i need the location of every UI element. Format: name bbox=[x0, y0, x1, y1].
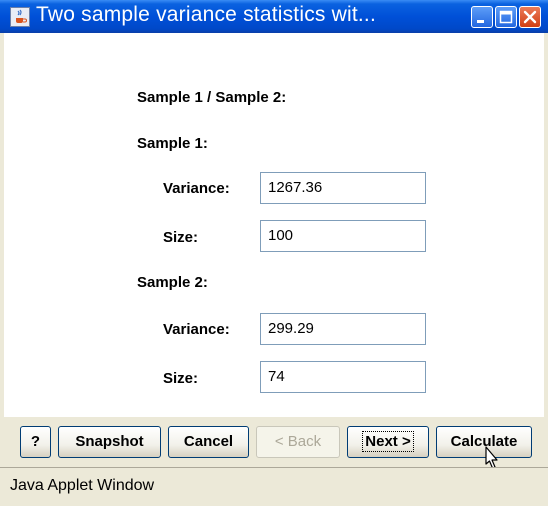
sample1-size-field[interactable]: 100 bbox=[260, 220, 426, 252]
status-bar: Java Applet Window bbox=[0, 467, 548, 506]
sample2-size-label: Size: bbox=[163, 370, 199, 387]
java-cup-icon bbox=[10, 7, 30, 27]
maximize-icon bbox=[499, 10, 513, 24]
sample2-variance-field[interactable]: 299.29 bbox=[260, 313, 426, 345]
status-text: Java Applet Window bbox=[10, 477, 155, 494]
next-button-label: Next > bbox=[362, 431, 414, 452]
title-bar[interactable]: Two sample variance statistics wit... bbox=[0, 0, 548, 33]
sample1-heading: Sample 1: bbox=[137, 135, 208, 152]
close-icon bbox=[523, 10, 537, 24]
snapshot-button[interactable]: Snapshot bbox=[58, 426, 161, 458]
form-header: Sample 1 / Sample 2: bbox=[137, 89, 287, 106]
cancel-button[interactable]: Cancel bbox=[168, 426, 249, 458]
sample1-size-label: Size: bbox=[163, 229, 199, 246]
window-title: Two sample variance statistics wit... bbox=[36, 3, 377, 26]
form-panel: Sample 1 / Sample 2: Sample 1: Variance:… bbox=[4, 33, 544, 417]
sample2-heading: Sample 2: bbox=[137, 274, 208, 291]
minimize-icon bbox=[477, 20, 484, 23]
close-button[interactable] bbox=[519, 6, 541, 28]
next-button[interactable]: Next > bbox=[347, 426, 429, 458]
sample1-variance-field[interactable]: 1267.36 bbox=[260, 172, 426, 204]
sample2-variance-label: Variance: bbox=[163, 321, 230, 338]
applet-window: Two sample variance statistics wit... Sa… bbox=[0, 0, 548, 506]
button-bar: ? Snapshot Cancel < Back Next > Calculat… bbox=[0, 417, 548, 467]
maximize-button[interactable] bbox=[495, 6, 517, 28]
sample2-size-field[interactable]: 74 bbox=[260, 361, 426, 393]
back-button[interactable]: < Back bbox=[256, 426, 340, 458]
sample1-variance-label: Variance: bbox=[163, 180, 230, 197]
help-button[interactable]: ? bbox=[20, 426, 51, 458]
minimize-button[interactable] bbox=[471, 6, 493, 28]
